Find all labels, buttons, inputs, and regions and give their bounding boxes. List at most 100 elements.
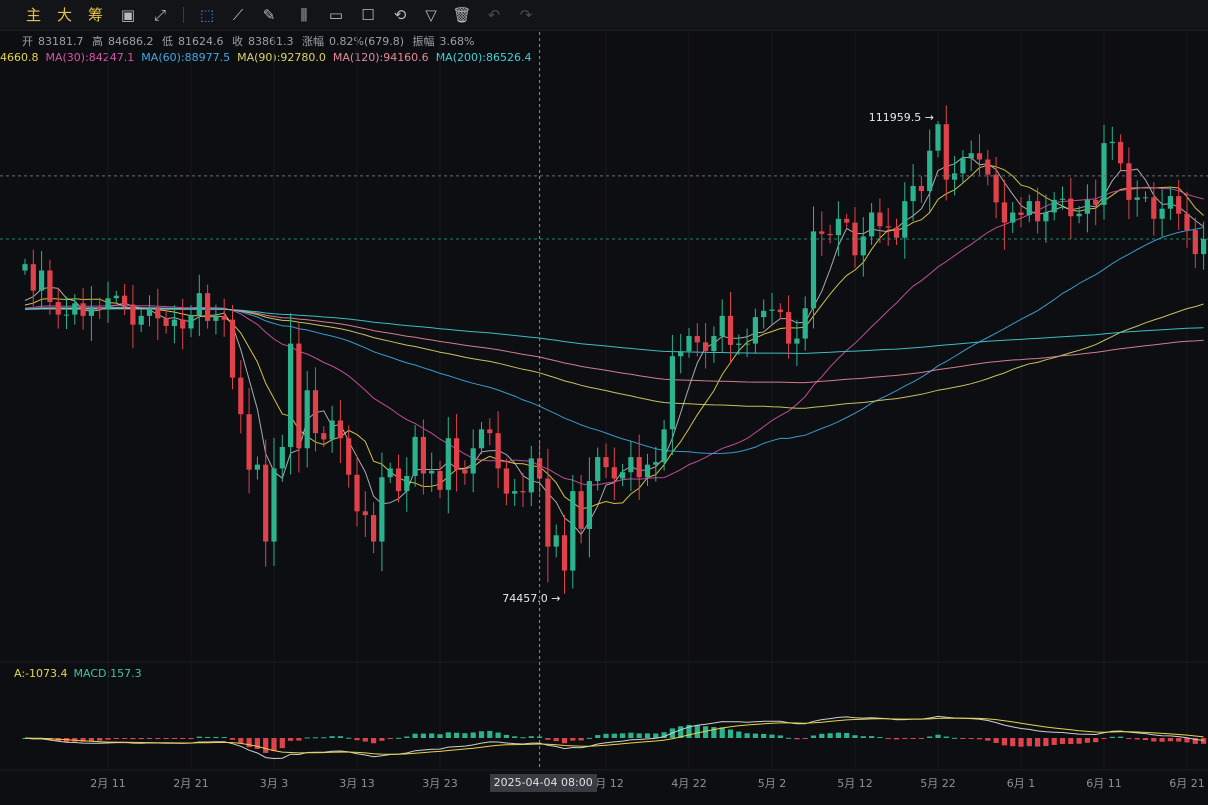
x-tick-label: 3月 23 <box>422 777 458 790</box>
candle-body <box>362 511 368 516</box>
macd-histogram-bar <box>146 738 153 739</box>
candle-body <box>238 377 244 415</box>
candle-body <box>752 317 758 344</box>
macd-histogram-bar <box>520 737 526 739</box>
macd-histogram-bar <box>993 738 999 743</box>
candle-body <box>205 293 211 321</box>
macd-histogram-bar <box>346 737 352 739</box>
candle-body <box>595 457 601 482</box>
macd-histogram-bar <box>1026 738 1032 747</box>
candle-body <box>736 343 742 345</box>
macd-histogram-bar <box>777 735 783 738</box>
candle-body <box>744 343 750 345</box>
macd-histogram-bar <box>196 736 202 738</box>
macd-histogram-bar <box>88 738 94 742</box>
macd-histogram-bar <box>727 729 734 738</box>
macd-histogram-bar <box>395 737 402 739</box>
candle-body <box>844 218 850 223</box>
candle-body <box>321 433 327 440</box>
candle-body <box>387 468 393 478</box>
macd-histogram-bar <box>644 733 651 738</box>
macd-histogram-bar <box>487 730 493 738</box>
candle-body <box>329 420 335 440</box>
macd-histogram-bar <box>1043 738 1049 747</box>
candle-body <box>72 303 78 315</box>
candle-body <box>88 307 94 316</box>
macd-histogram-bar <box>329 736 335 738</box>
candle-body <box>395 468 402 492</box>
price-annotation-1: 74457.0 → <box>502 592 560 605</box>
candle-body <box>105 298 111 310</box>
candle-body <box>968 153 974 159</box>
macd-histogram-bar <box>1159 738 1165 742</box>
candle-body <box>769 309 775 311</box>
macd-histogram-bar <box>611 733 617 738</box>
candle-body <box>229 319 236 378</box>
candle-body <box>478 429 485 449</box>
macd-histogram-bar <box>454 732 460 738</box>
x-tick-label: 5月 12 <box>837 777 873 790</box>
macd-histogram-bar <box>761 733 767 738</box>
macd-histogram-bar <box>1035 738 1041 747</box>
candle-body <box>827 233 833 236</box>
candle-body <box>312 390 319 434</box>
price-chart[interactable]: 111959.5 → 74457.0 → 2月 11 2月 21 3月 3 3月 13 3月… <box>0 0 1208 805</box>
macd-histogram-bar <box>860 736 866 738</box>
macd-histogram-bar <box>379 738 385 741</box>
candle-body <box>1084 199 1090 214</box>
candle-body <box>221 315 227 320</box>
candle-body <box>296 343 302 449</box>
macd-histogram-bar <box>404 736 410 738</box>
candle-body <box>993 174 999 203</box>
macd-histogram-bar <box>752 733 758 738</box>
x-tick-label: 2月 21 <box>173 777 209 790</box>
macd-histogram-bar <box>711 727 717 738</box>
macd-histogram-bar <box>462 733 468 738</box>
x-tick-label: 3月 3 <box>260 777 289 790</box>
candle-body <box>155 308 161 319</box>
macd-histogram-bar <box>1010 738 1016 747</box>
macd-histogram-bar <box>1093 738 1099 743</box>
candle-body <box>47 270 53 302</box>
candle-body <box>985 159 991 175</box>
macd-histogram-bar <box>387 738 393 739</box>
macd-histogram-bar <box>371 738 377 744</box>
candle-body <box>1018 212 1024 215</box>
candle-body <box>537 458 543 479</box>
candle-body <box>918 186 924 192</box>
macd-histogram-bar <box>429 733 435 738</box>
candle-body <box>927 150 933 192</box>
macd-histogram-bar <box>1151 738 1157 742</box>
candle-body <box>1043 212 1049 222</box>
candle-body <box>1059 198 1066 200</box>
candle-body <box>810 231 817 309</box>
macd-histogram-bar <box>1118 736 1124 738</box>
candle-body <box>835 218 841 236</box>
candle-body <box>636 457 642 478</box>
macd-histogram-bar <box>445 732 451 738</box>
macd-histogram-bar <box>130 738 136 740</box>
candle-body <box>578 491 584 529</box>
macd-histogram-bar <box>229 738 236 740</box>
candle-body <box>279 447 285 469</box>
candle-body <box>346 438 352 475</box>
macd-histogram-bar <box>819 733 825 738</box>
candle-body <box>761 310 767 318</box>
ma60-line <box>24 226 1204 455</box>
macd-histogram-bar <box>786 737 792 739</box>
macd-histogram-bar <box>628 732 634 738</box>
macd-histogram-bar <box>495 732 501 738</box>
macd-histogram-bar <box>885 738 891 739</box>
candle-body <box>420 436 426 474</box>
candle-body <box>22 264 28 271</box>
candle-body <box>561 535 568 571</box>
macd-histogram-bar <box>205 736 211 738</box>
candle-body <box>163 318 169 326</box>
candle-body <box>30 264 36 291</box>
candle-body <box>819 231 825 234</box>
macd-histogram-bar <box>437 734 443 738</box>
macd-histogram-bar <box>1134 738 1140 740</box>
candle-body <box>703 342 709 352</box>
macd-histogram-bar <box>893 738 900 740</box>
macd-histogram-bar <box>362 738 368 742</box>
